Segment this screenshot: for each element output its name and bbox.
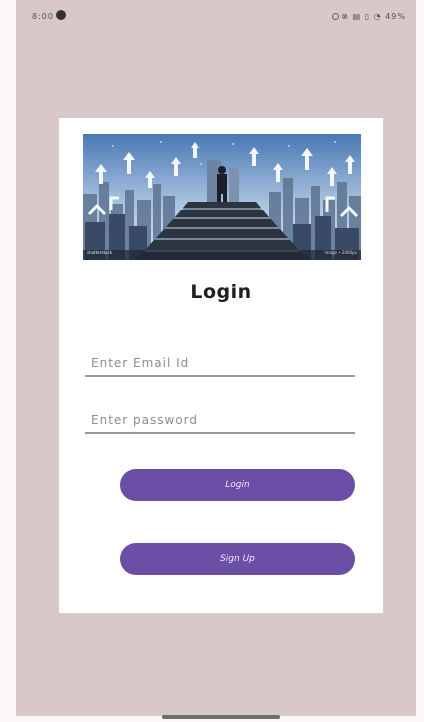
login-card: shutterstock image • 2000px Login Login … <box>59 118 383 613</box>
password-input[interactable] <box>85 408 355 432</box>
status-bar: 8:00 ⊗ ▤ ▯ ◔ 49% <box>16 0 416 34</box>
hero-caption-right: image • 2000px <box>324 250 357 255</box>
notification-icon <box>56 10 66 20</box>
password-field-container <box>85 408 355 434</box>
battery-icon <box>332 13 340 20</box>
status-icons-text: ⊗ ▤ ▯ ◔ 49% <box>341 12 406 21</box>
app-screen: 8:00 ⊗ ▤ ▯ ◔ 49% shutterstock image • 20… <box>16 0 416 716</box>
page-title: Login <box>190 281 252 303</box>
hero-caption-left: shutterstock <box>87 250 113 255</box>
email-input[interactable] <box>85 351 355 375</box>
email-field-container <box>85 351 355 377</box>
status-time: 8:00 <box>32 12 54 21</box>
login-button[interactable]: Login <box>120 469 355 501</box>
status-icons: ⊗ ▤ ▯ ◔ 49% <box>332 12 406 21</box>
hero-image: shutterstock image • 2000px <box>83 134 361 260</box>
signup-button[interactable]: Sign Up <box>120 543 355 575</box>
home-indicator[interactable] <box>162 715 280 719</box>
hero-illustration <box>83 134 361 260</box>
